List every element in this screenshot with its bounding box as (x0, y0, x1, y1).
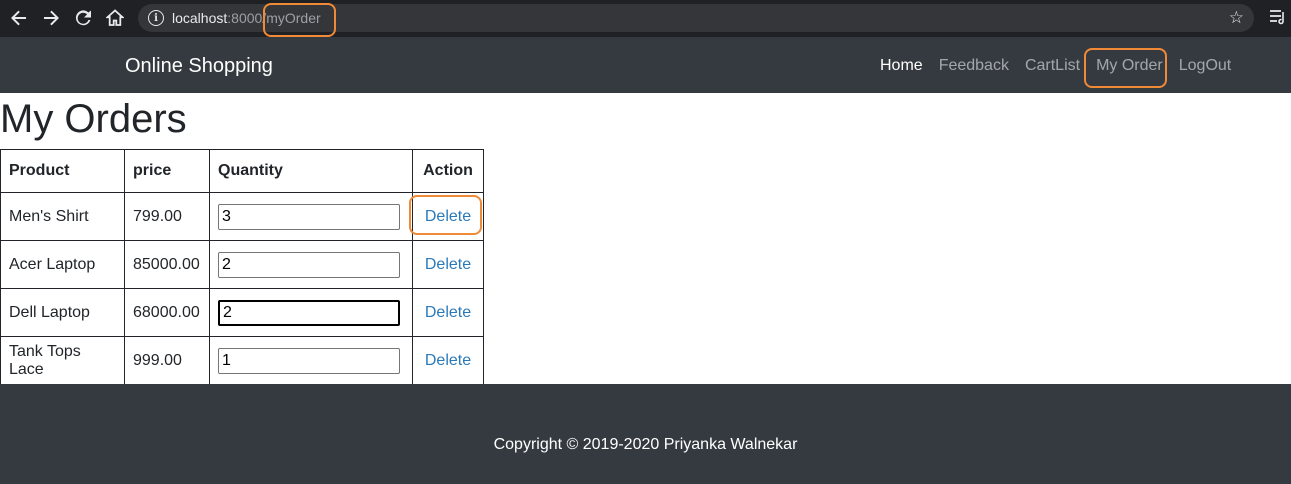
delete-link[interactable]: Delete (421, 352, 475, 370)
copyright-text: Copyright © 2019-2020 Priyanka Walnekar (493, 436, 798, 453)
nav-home[interactable]: Home (872, 57, 931, 75)
column-header-quantity: Quantity (209, 149, 413, 193)
product-cell: Men's Shirt (0, 192, 125, 241)
quantity-input[interactable] (218, 347, 400, 374)
quantity-cell (209, 336, 413, 385)
table-header-row: Product price Quantity Action (0, 149, 484, 193)
column-header-price: price (124, 149, 210, 193)
price-cell: 799.00 (124, 192, 210, 241)
action-cell: Delete (412, 288, 484, 337)
site-footer: Copyright © 2019-2020 Priyanka Walnekar (0, 384, 1291, 484)
quantity-input[interactable] (218, 299, 400, 326)
url-path: :8000/myOrder (227, 10, 321, 26)
action-cell: Delete (412, 192, 484, 241)
quantity-cell (209, 192, 413, 241)
info-icon[interactable]: i (148, 10, 164, 26)
forward-arrow-icon[interactable] (35, 2, 67, 34)
nav-links: Home Feedback CartList My Order LogOut (872, 57, 1239, 75)
quantity-input[interactable] (218, 203, 400, 230)
table-row: Men's Shirt 799.00 Delete (0, 192, 484, 241)
delete-link[interactable]: Delete (421, 208, 475, 226)
quantity-cell (209, 288, 413, 337)
reload-icon[interactable] (67, 2, 99, 34)
home-icon[interactable] (99, 2, 131, 34)
price-cell: 68000.00 (124, 288, 210, 337)
table-row: Dell Laptop 68000.00 Delete (0, 288, 484, 337)
action-cell: Delete (412, 336, 484, 385)
product-cell: Tank Tops Lace (0, 336, 125, 385)
orders-table: Product price Quantity Action Men's Shir… (0, 149, 484, 385)
nav-cartlist[interactable]: CartList (1017, 57, 1088, 75)
delete-link[interactable]: Delete (421, 304, 475, 322)
url-host: localhost (172, 10, 228, 26)
media-menu-icon[interactable] (1269, 9, 1287, 30)
product-cell: Acer Laptop (0, 240, 125, 289)
quantity-input[interactable] (218, 251, 400, 278)
browser-toolbar: i localhost:8000/myOrder ☆ (0, 0, 1291, 37)
quantity-cell (209, 240, 413, 289)
table-row: Acer Laptop 85000.00 Delete (0, 240, 484, 289)
nav-my-order[interactable]: My Order (1088, 57, 1171, 75)
table-row: Tank Tops Lace 999.00 Delete (0, 336, 484, 385)
nav-logout[interactable]: LogOut (1171, 57, 1239, 75)
delete-link[interactable]: Delete (421, 256, 475, 274)
product-cell: Dell Laptop (0, 288, 125, 337)
brand-link[interactable]: Online Shopping (125, 55, 273, 78)
action-cell: Delete (412, 240, 484, 289)
nav-feedback[interactable]: Feedback (931, 57, 1017, 75)
price-cell: 999.00 (124, 336, 210, 385)
column-header-product: Product (0, 149, 125, 193)
back-arrow-icon[interactable] (3, 2, 35, 34)
address-bar[interactable]: i localhost:8000/myOrder ☆ (138, 4, 1254, 32)
site-navbar: Online Shopping Home Feedback CartList M… (0, 37, 1291, 93)
bookmark-star-icon[interactable]: ☆ (1229, 8, 1244, 28)
price-cell: 85000.00 (124, 240, 210, 289)
page-title: My Orders (0, 97, 187, 141)
column-header-action: Action (412, 149, 484, 193)
